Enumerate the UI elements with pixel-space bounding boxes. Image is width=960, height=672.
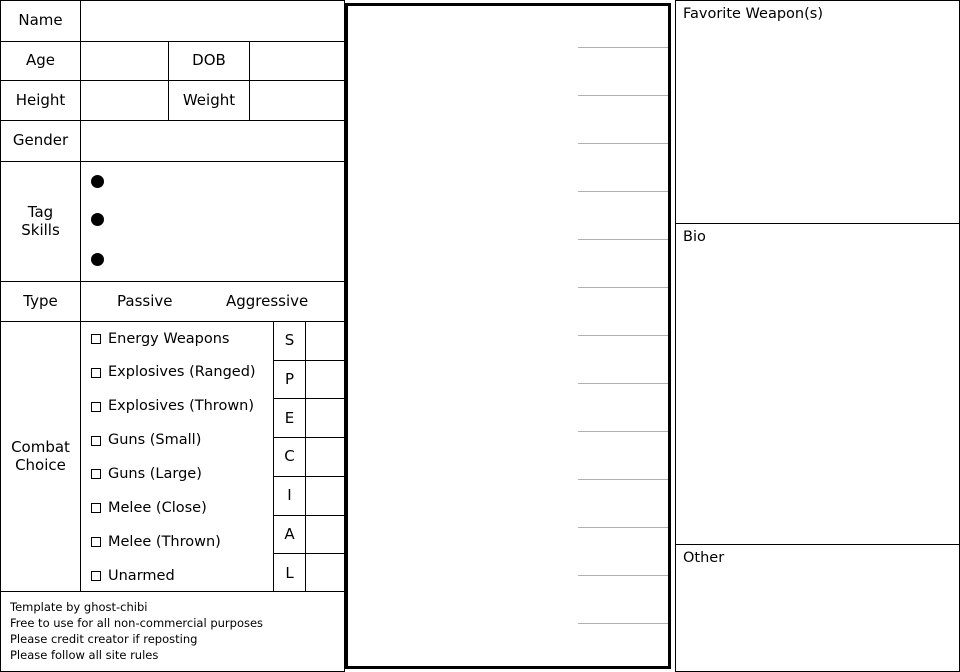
combat-choice-row[interactable]: Unarmed xyxy=(81,559,273,593)
checkbox-icon[interactable] xyxy=(91,571,101,582)
credit-line-4: Please follow all site rules xyxy=(10,648,159,662)
tag-skill-input-1[interactable] xyxy=(111,172,336,192)
rule-line xyxy=(578,143,668,144)
bio-label: Bio xyxy=(683,229,706,245)
gender-label: Gender xyxy=(0,120,81,162)
special-value-e[interactable] xyxy=(305,398,345,439)
height-input[interactable] xyxy=(80,80,169,121)
rule-line xyxy=(578,479,668,480)
rule-line xyxy=(578,623,668,624)
combat-choice-row[interactable]: Melee (Close) xyxy=(81,491,273,525)
checkbox-icon[interactable] xyxy=(91,469,101,480)
checkbox-icon[interactable] xyxy=(91,503,101,514)
weight-input[interactable] xyxy=(249,80,345,121)
combat-choice-row[interactable]: Energy Weapons xyxy=(81,322,273,356)
combat-choice-label-text: Explosives (Thrown) xyxy=(108,398,255,415)
bio-input[interactable] xyxy=(683,252,952,539)
special-value-p[interactable] xyxy=(305,359,345,400)
credit-line-3: Please credit creator if reposting xyxy=(10,632,198,646)
special-letter-e: E xyxy=(273,398,306,439)
rule-line xyxy=(578,95,668,96)
rule-line xyxy=(578,575,668,576)
age-label: Age xyxy=(0,41,81,81)
bullet-icon-3 xyxy=(91,253,104,266)
credit-box: Template by ghost-chibi Free to use for … xyxy=(0,591,345,672)
favorite-weapons-input[interactable] xyxy=(683,29,952,218)
checkbox-icon[interactable] xyxy=(91,401,101,412)
combat-choice-label-text: Explosives (Ranged) xyxy=(108,364,256,381)
special-value-l[interactable] xyxy=(305,553,345,593)
bio-panel[interactable]: Bio xyxy=(675,223,960,545)
type-option-aggressive[interactable]: Aggressive xyxy=(226,292,308,310)
gender-input[interactable] xyxy=(80,120,345,162)
artwork-panel[interactable] xyxy=(345,3,671,669)
rule-line xyxy=(578,287,668,288)
combat-choice-label-text: Melee (Thrown) xyxy=(108,533,221,550)
combat-choice-label-text: Energy Weapons xyxy=(108,330,230,347)
weight-label: Weight xyxy=(168,80,250,121)
combat-choice-row[interactable]: Guns (Large) xyxy=(81,458,273,492)
special-letter-l: L xyxy=(273,553,306,593)
credit-line-2: Free to use for all non-commercial purpo… xyxy=(10,616,264,630)
checkbox-icon[interactable] xyxy=(91,537,101,548)
dob-input[interactable] xyxy=(249,41,345,81)
special-value-c[interactable] xyxy=(305,437,345,477)
favorite-weapons-label: Favorite Weapon(s) xyxy=(683,6,823,22)
type-label: Type xyxy=(0,281,81,322)
tag-skill-input-2[interactable] xyxy=(111,210,336,230)
credit-line-1: Template by ghost-chibi xyxy=(10,600,148,614)
bullet-icon-2 xyxy=(91,213,104,226)
type-option-passive[interactable]: Passive xyxy=(117,292,172,310)
special-value-i[interactable] xyxy=(305,475,345,516)
rule-line xyxy=(578,527,668,528)
other-input[interactable] xyxy=(683,573,952,666)
combat-choice-label-text: Guns (Large) xyxy=(108,466,202,483)
other-label: Other xyxy=(683,550,725,566)
height-label: Height xyxy=(0,80,81,121)
character-sheet-template: Name Age DOB Height Weight Gender Tag Sk… xyxy=(0,0,960,672)
special-letter-a: A xyxy=(273,514,306,555)
dob-label: DOB xyxy=(168,41,250,81)
rule-line xyxy=(578,383,668,384)
rule-line xyxy=(578,239,668,240)
checkbox-icon[interactable] xyxy=(91,333,101,344)
name-label: Name xyxy=(0,0,81,42)
rule-line xyxy=(578,191,668,192)
special-value-s[interactable] xyxy=(305,321,345,361)
special-stats-table: SPECIAL xyxy=(273,321,345,593)
other-panel[interactable]: Other xyxy=(675,544,960,672)
combat-choice-row[interactable]: Explosives (Ranged) xyxy=(81,356,273,390)
combat-choice-list: Energy Weapons Explosives (Ranged) Explosi… xyxy=(80,321,274,592)
combat-choice-row[interactable]: Guns (Small) xyxy=(81,424,273,458)
special-letter-c: C xyxy=(273,437,306,477)
combat-choice-label-text: Melee (Close) xyxy=(108,499,207,516)
rule-line xyxy=(578,335,668,336)
checkbox-icon[interactable] xyxy=(91,367,101,378)
combat-choice-label: Combat Choice xyxy=(0,321,81,592)
special-letter-p: P xyxy=(273,359,306,400)
special-value-a[interactable] xyxy=(305,514,345,555)
favorite-weapons-panel[interactable]: Favorite Weapon(s) xyxy=(675,0,960,224)
special-letter-i: I xyxy=(273,475,306,516)
type-options: Passive Aggressive xyxy=(80,281,345,322)
combat-choice-label-text: Unarmed xyxy=(108,567,175,584)
name-input[interactable] xyxy=(80,0,345,42)
combat-choice-row[interactable]: Melee (Thrown) xyxy=(81,525,273,559)
character-info-table: Name Age DOB Height Weight Gender Tag Sk… xyxy=(0,0,345,672)
checkbox-icon[interactable] xyxy=(91,435,101,446)
tag-skills-area xyxy=(80,161,345,282)
artwork-drop-area[interactable] xyxy=(348,6,576,666)
combat-choice-row[interactable]: Explosives (Thrown) xyxy=(81,390,273,424)
rule-line xyxy=(578,431,668,432)
combat-choice-label-text: Guns (Small) xyxy=(108,432,202,449)
rule-line xyxy=(578,47,668,48)
tag-skill-input-3[interactable] xyxy=(111,250,336,270)
age-input[interactable] xyxy=(80,41,169,81)
tag-skills-label: Tag Skills xyxy=(0,161,81,282)
special-letter-s: S xyxy=(273,321,306,361)
bullet-icon-1 xyxy=(91,175,104,188)
